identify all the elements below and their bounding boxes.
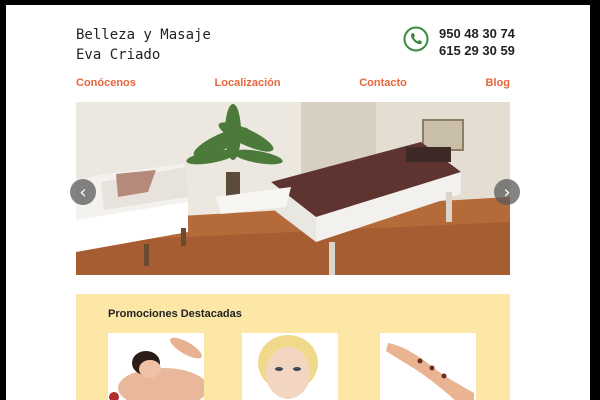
nav-item-conocenos[interactable]: Conócenos bbox=[76, 77, 136, 95]
main-nav: Conócenos Localización Contacto Blog bbox=[76, 77, 510, 95]
phone-icon bbox=[403, 26, 429, 52]
carousel-next-button[interactable]: › bbox=[494, 179, 520, 205]
nav-item-contacto[interactable]: Contacto bbox=[359, 77, 407, 95]
promotions-title: Promociones Destacadas bbox=[108, 308, 242, 320]
phone-number-1[interactable]: 950 48 30 74 bbox=[439, 25, 515, 42]
page: Belleza y Masaje Eva Criado 950 48 30 74… bbox=[6, 5, 590, 400]
phone-numbers: 950 48 30 74 615 29 30 59 bbox=[439, 25, 515, 59]
promotion-thumb-foot-treatment[interactable] bbox=[380, 333, 476, 400]
chevron-right-icon: › bbox=[503, 181, 511, 203]
hero-carousel-image bbox=[76, 102, 510, 275]
brand-line-1: Belleza y Masaje bbox=[76, 27, 211, 43]
nav-item-blog[interactable]: Blog bbox=[486, 77, 510, 95]
featured-promotions: Promociones Destacadas bbox=[76, 294, 510, 400]
nav-item-localizacion[interactable]: Localización bbox=[215, 77, 281, 95]
promotion-thumb-facial[interactable] bbox=[242, 333, 338, 400]
chevron-left-icon: ‹ bbox=[79, 181, 87, 203]
brand-line-2: Eva Criado bbox=[76, 47, 161, 63]
promotion-thumb-back-massage[interactable] bbox=[108, 333, 204, 400]
phone-number-2[interactable]: 615 29 30 59 bbox=[439, 42, 515, 59]
carousel-prev-button[interactable]: ‹ bbox=[70, 179, 96, 205]
site-logo[interactable]: Belleza y Masaje Eva Criado bbox=[76, 25, 211, 65]
